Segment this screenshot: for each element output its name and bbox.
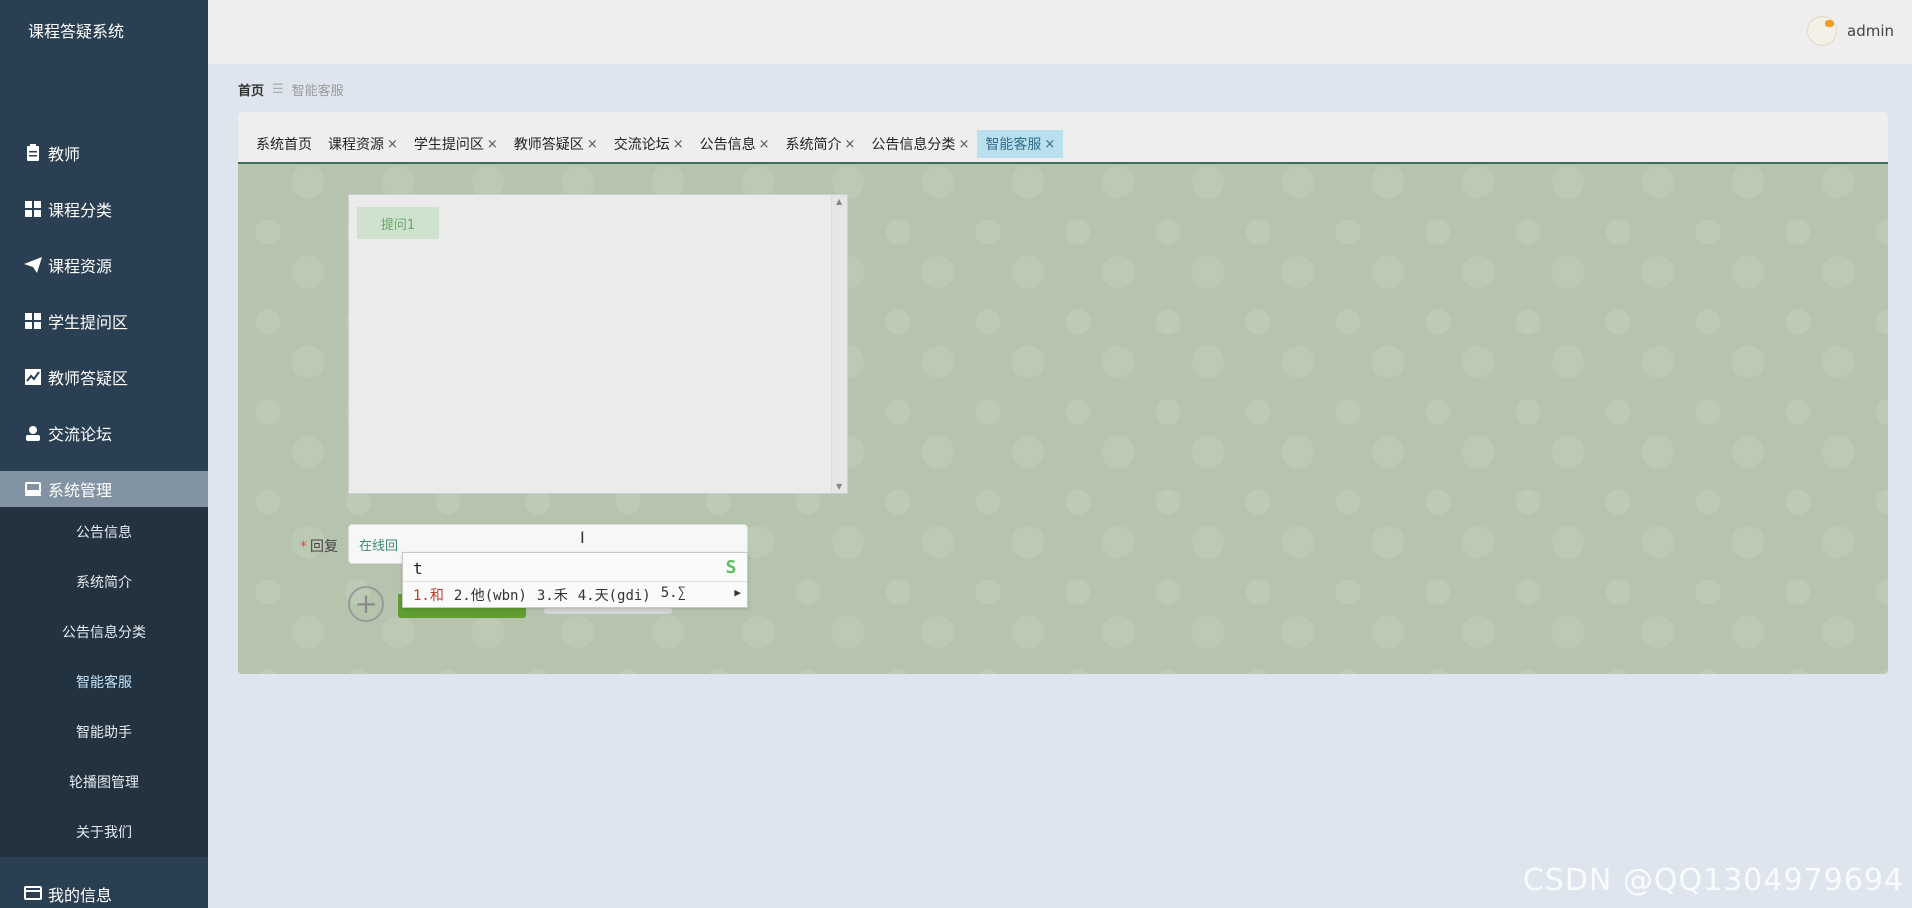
reply-label-text: 回复 <box>310 539 338 555</box>
breadcrumb-home[interactable]: 首页 <box>238 80 264 99</box>
submenu-item-smart-assistant[interactable]: 智能助手 <box>0 707 208 757</box>
system-submenu: 公告信息 系统简介 公告信息分类 智能客服 智能助手 轮播图管理 关于我们 <box>0 507 208 857</box>
sidebar-item-label: 教师答疑区 <box>48 369 129 388</box>
chat-history[interactable]: 提问1 ▲ ▼ <box>348 194 848 494</box>
user-menu[interactable]: admin <box>1807 16 1894 46</box>
tab-smart-service[interactable]: 智能客服 × <box>977 130 1064 158</box>
watermark: CSDN @QQ1304979694 <box>1522 863 1904 898</box>
tab-bar: 系统首页 课程资源 × 学生提问区 × 教师答疑区 × 交流论坛 × 公告信息 × 系统简… <box>238 112 1888 164</box>
tab-label: 教师答疑区 <box>513 137 584 153</box>
sidebar-item-label: 学生提问区 <box>48 313 129 332</box>
inbox-icon <box>24 480 42 498</box>
submenu-item-notice-category[interactable]: 公告信息分类 <box>0 607 208 657</box>
reply-input-value: 在线回 <box>359 538 399 554</box>
chart-line-icon <box>24 368 42 386</box>
tab-label: 公告信息分类 <box>871 137 956 153</box>
sidebar-item-teacher-answers[interactable]: 教师答疑区 <box>0 349 208 405</box>
top-header: admin <box>208 0 1912 64</box>
tab-notice-category[interactable]: 公告信息分类 × <box>863 130 977 158</box>
submenu-item-carousel[interactable]: 轮播图管理 <box>0 757 208 807</box>
ime-divider <box>403 581 747 582</box>
breadcrumb: 首页 ☰ 智能客服 <box>238 80 344 99</box>
tab-teacher-answers[interactable]: 教师答疑区 × <box>506 130 606 158</box>
ime-candidate[interactable]: 5.∑ <box>661 585 686 605</box>
submenu-item-system-intro[interactable]: 系统简介 <box>0 557 208 607</box>
close-icon[interactable]: × <box>487 137 498 152</box>
clipboard-icon <box>24 144 42 162</box>
tab-label: 学生提问区 <box>413 137 484 153</box>
scroll-up-icon[interactable]: ▲ <box>836 197 842 206</box>
chat-scrollbar[interactable]: ▲ ▼ <box>831 195 847 493</box>
chat-message: 提问1 <box>357 207 439 239</box>
ime-candidate-window: t S 1.和 2.他(wbn) 3.禾 4.天(gdi) 5.∑ ▶ <box>402 552 748 608</box>
card-icon <box>24 886 42 902</box>
tab-student-questions[interactable]: 学生提问区 × <box>406 130 506 158</box>
sidebar-item-label: 教师 <box>48 145 81 164</box>
tab-label: 公告信息 <box>699 137 756 153</box>
sidebar-item-system-management[interactable]: 系统管理 <box>0 471 208 507</box>
app-title: 课程答疑系统 <box>28 22 125 41</box>
ime-next-page-icon[interactable]: ▶ <box>734 586 741 599</box>
ime-candidate[interactable]: 2.他(wbn) <box>454 585 527 605</box>
add-attachment-icon[interactable]: + <box>348 586 384 622</box>
tab-system-intro[interactable]: 系统简介 × <box>778 130 864 158</box>
username: admin <box>1847 22 1894 40</box>
submenu-item-about-us[interactable]: 关于我们 <box>0 807 208 857</box>
ime-composition: t <box>413 559 423 578</box>
tab-system-home[interactable]: 系统首页 <box>248 130 320 158</box>
breadcrumb-separator-icon: ☰ <box>272 82 284 97</box>
ime-candidate[interactable]: 1.和 <box>413 585 444 605</box>
close-icon[interactable]: × <box>958 137 969 152</box>
close-icon[interactable]: × <box>387 137 398 152</box>
sidebar-item-course-category[interactable]: 课程分类 <box>0 181 208 237</box>
tab-label: 智能客服 <box>985 137 1042 153</box>
tab-label: 课程资源 <box>328 137 384 153</box>
breadcrumb-current: 智能客服 <box>291 84 344 99</box>
sidebar-item-label: 交流论坛 <box>48 425 113 444</box>
sidebar-item-teacher[interactable]: 教师 <box>0 125 208 181</box>
sidebar-menu: 教师 课程分类 课程资源 学生提问区 教师答疑区 交流论坛 系统管理 公告信息 … <box>0 125 208 857</box>
grid-icon <box>24 312 42 330</box>
paper-plane-icon <box>24 256 42 274</box>
sidebar-item-label: 系统管理 <box>48 481 113 500</box>
close-icon[interactable]: × <box>673 137 684 152</box>
sidebar-item-label: 课程资源 <box>48 257 113 276</box>
tab-course-resources[interactable]: 课程资源 × <box>320 130 406 158</box>
close-icon[interactable]: × <box>845 137 856 152</box>
tab-forum[interactable]: 交流论坛 × <box>606 130 692 158</box>
sidebar-item-label: 课程分类 <box>48 201 113 220</box>
reply-label: * 回复 <box>300 536 338 556</box>
sidebar-item-student-questions[interactable]: 学生提问区 <box>0 293 208 349</box>
sidebar-item-forum[interactable]: 交流论坛 <box>0 405 208 461</box>
sidebar-item-label: 我的信息 <box>48 886 113 905</box>
submenu-item-smart-service[interactable]: 智能客服 <box>0 657 208 707</box>
sidebar-item-my-info[interactable]: 我的信息 <box>0 880 208 908</box>
tabs: 系统首页 课程资源 × 学生提问区 × 教师答疑区 × 交流论坛 × 公告信息 × 系统简… <box>248 130 1064 158</box>
avatar <box>1807 16 1837 46</box>
close-icon[interactable]: × <box>759 137 770 152</box>
tab-label: 交流论坛 <box>613 137 670 153</box>
tab-notice[interactable]: 公告信息 × <box>692 130 778 158</box>
user-icon <box>24 424 42 442</box>
ime-candidate[interactable]: 3.禾 <box>537 585 568 605</box>
sidebar-item-course-resources[interactable]: 课程资源 <box>0 237 208 293</box>
close-icon[interactable]: × <box>1044 137 1055 152</box>
submenu-item-notice[interactable]: 公告信息 <box>0 507 208 557</box>
ime-logo-icon: S <box>725 556 737 578</box>
sidebar: 课程答疑系统 教师 课程分类 课程资源 学生提问区 教师答疑区 交流论坛 系统管… <box>0 0 208 908</box>
ime-candidates: 1.和 2.他(wbn) 3.禾 4.天(gdi) 5.∑ <box>413 585 696 605</box>
tab-label: 系统简介 <box>785 137 842 153</box>
scroll-down-icon[interactable]: ▼ <box>836 482 842 491</box>
text-cursor-icon: I <box>580 528 585 547</box>
tab-label: 系统首页 <box>256 137 312 153</box>
close-icon[interactable]: × <box>587 137 598 152</box>
ime-candidate[interactable]: 4.天(gdi) <box>578 585 651 605</box>
grid-icon <box>24 200 42 218</box>
required-mark: * <box>300 539 307 555</box>
